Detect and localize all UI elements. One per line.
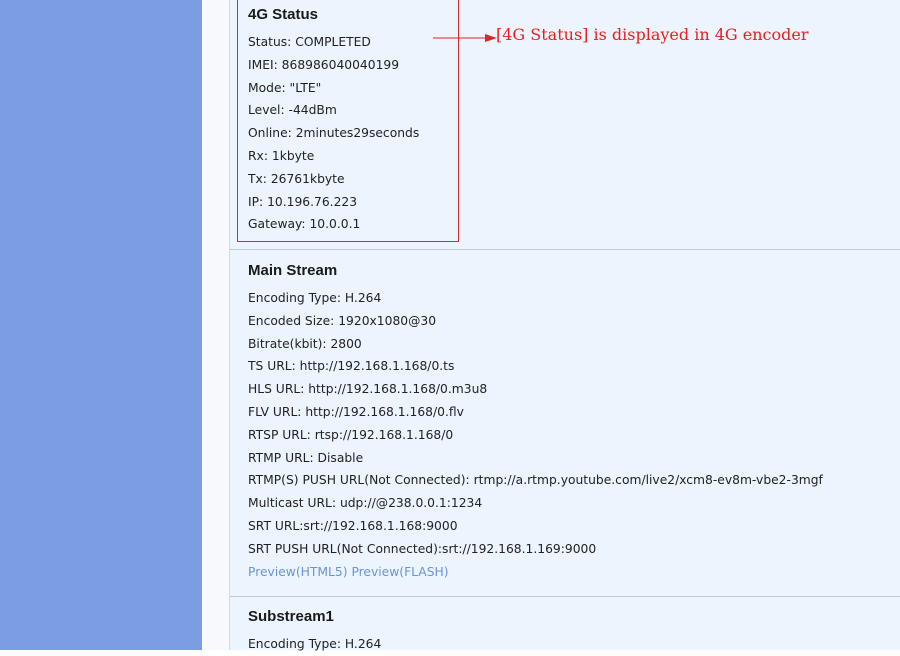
section-title-main-stream: Main Stream — [248, 262, 338, 279]
divider — [230, 596, 900, 597]
preview-html5-link[interactable]: Preview(HTML5) — [248, 565, 348, 579]
status-content: 4G Status Status: COMPLETED IMEI: 868986… — [230, 0, 900, 651]
annotation-text: [4G Status] is displayed in 4G encoder — [496, 25, 809, 44]
flv-url-row: FLV URL: http://192.168.1.168/0.flv — [248, 404, 464, 419]
section-substream1: Substream1 Encoding Type: H.264 — [248, 606, 381, 656]
section-title-substream1: Substream1 — [248, 608, 334, 625]
content-gutter — [202, 0, 230, 650]
rtsp-url-row: RTSP URL: rtsp://192.168.1.168/0 — [248, 427, 454, 442]
rtmp-url-row: RTMP URL: Disable — [248, 450, 364, 465]
rtmp-push-url-row: RTMP(S) PUSH URL(Not Connected): rtmp://… — [248, 473, 823, 488]
annotation-arrow-icon — [433, 34, 497, 42]
sidebar — [0, 0, 202, 650]
section-main-stream: Main Stream Encoding Type: H.264 Encoded… — [248, 260, 823, 583]
preview-links: Preview(HTML5) Preview(FLASH) — [248, 561, 823, 584]
highlight-box — [237, 0, 459, 242]
srt-url-row: SRT URL:srt://192.168.1.168:9000 — [248, 518, 458, 533]
divider — [230, 249, 900, 250]
preview-flash-link[interactable]: Preview(FLASH) — [351, 565, 448, 579]
bitrate-row: Bitrate(kbit): 2800 — [248, 336, 362, 351]
multicast-url-row: Multicast URL: udp://@238.0.0.1:1234 — [248, 496, 483, 511]
ts-url-row: TS URL: http://192.168.1.168/0.ts — [248, 359, 455, 374]
srt-push-url-row: SRT PUSH URL(Not Connected):srt://192.16… — [248, 541, 597, 556]
encoding-type-row: Encoding Type: H.264 — [248, 637, 382, 651]
encoding-type-row: Encoding Type: H.264 — [248, 291, 382, 305]
hls-url-row: HLS URL: http://192.168.1.168/0.m3u8 — [248, 382, 488, 397]
encoded-size-row: Encoded Size: 1920x1080@30 — [248, 313, 437, 328]
